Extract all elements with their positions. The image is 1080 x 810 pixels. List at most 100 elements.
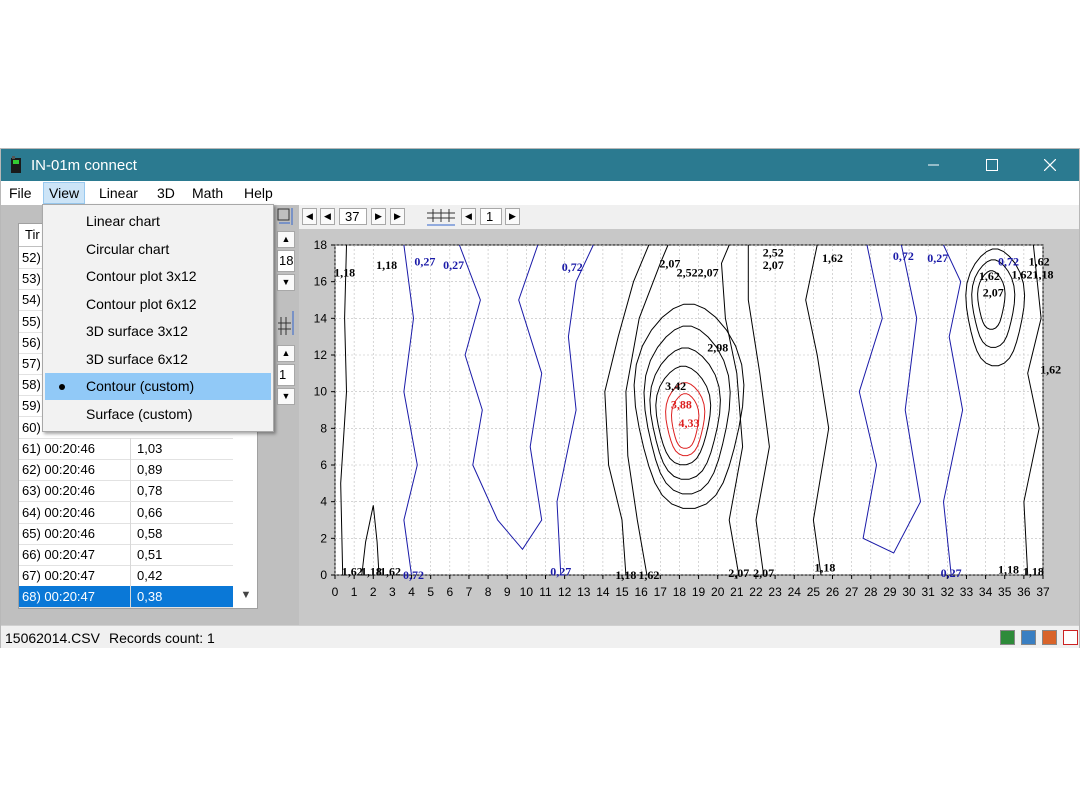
excel-icon[interactable] (1000, 630, 1015, 645)
menu-item-label: Contour (custom) (86, 378, 195, 394)
menu-view[interactable]: View (43, 182, 86, 204)
contour-label: 1,62 (1040, 363, 1061, 377)
x-tick-label: 19 (692, 585, 706, 599)
x-tick-label: 15 (615, 585, 629, 599)
contour-label: 2,07 (983, 286, 1004, 300)
image-icon[interactable] (1021, 630, 1036, 645)
contour-label: 0,27 (443, 258, 464, 272)
x-tick-label: 37 (1036, 585, 1050, 599)
plot-area: 0 1 2 3 4 5 6 7 8 9 10 11 12 13 14 15 16 17 18 19 20 21 22 23 24… (299, 229, 1079, 625)
x-tick-label: 21 (730, 585, 744, 599)
contour-label: 3,88 (671, 398, 692, 412)
table-row[interactable]: 61) 00:20:46 1,03 (19, 438, 233, 460)
menu-item-contour-plot-3x12[interactable]: Contour plot 3x12 (45, 263, 271, 290)
table-row[interactable]: 67) 00:20:47 0,42 (19, 565, 233, 588)
window-title: IN-01m connect (31, 157, 137, 174)
next-frame-button[interactable]: ▶ (371, 208, 386, 225)
app-icon (11, 156, 21, 173)
contour-label: 0,27 (414, 255, 435, 269)
y-tick-label: 10 (314, 385, 328, 399)
y-tick-label: 4 (320, 495, 327, 509)
list-item-index: 57) (22, 356, 41, 371)
lower-up-button[interactable]: ▲ (277, 345, 295, 362)
contour-label: 1,62 (979, 269, 1000, 283)
export-icon[interactable] (1042, 630, 1057, 645)
minimize-button[interactable] (905, 149, 963, 181)
contour-label: 1,18 (361, 564, 382, 578)
prev-frame-button[interactable]: ◀ (320, 208, 335, 225)
list-item-index: 55) (22, 313, 41, 329)
menu-item-3d-surface-3x12[interactable]: 3D surface 3x12 (45, 318, 271, 345)
contour-label: 1,62 (342, 564, 363, 578)
x-tick-label: 22 (749, 585, 763, 599)
menu-3d[interactable]: 3D (155, 185, 177, 201)
step-prev-button[interactable]: ◀ (461, 208, 476, 225)
last-frame-button[interactable]: ▶ (390, 208, 405, 225)
menu-item-surface-custom[interactable]: Surface (custom) (45, 401, 271, 428)
upper-value-field[interactable]: 18 (277, 250, 295, 272)
menu-item-contour-plot-6x12[interactable]: Contour plot 6x12 (45, 291, 271, 318)
menu-item-linear-chart[interactable]: Linear chart (45, 208, 271, 235)
toolbar: ◀ ◀ 37 ▶ ▶ ◀ 1 ▶ (299, 205, 1079, 229)
grid-icon[interactable] (277, 309, 297, 337)
row-time: 64) 00:20:46 (22, 504, 96, 520)
menu-item-circular-chart[interactable]: Circular chart (45, 236, 271, 263)
x-tick-label: 7 (466, 585, 473, 599)
pdf-icon[interactable] (1063, 630, 1078, 645)
row-time: 62) 00:20:46 (22, 462, 96, 478)
x-tick-label: 1 (351, 585, 358, 599)
step-next-button[interactable]: ▶ (505, 208, 520, 225)
y-tick-label: 14 (314, 311, 328, 325)
menu-item-3d-surface-6x12[interactable]: 3D surface 6x12 (45, 346, 271, 373)
menu-help[interactable]: Help (242, 185, 275, 201)
upper-up-button[interactable]: ▲ (277, 231, 295, 248)
grid-step-icon[interactable] (425, 207, 457, 227)
x-tick-label: 30 (902, 585, 916, 599)
contour-label: 1,18 (814, 561, 835, 575)
row-value: 1,03 (137, 441, 163, 456)
close-button[interactable] (1021, 149, 1079, 181)
upper-down-button[interactable]: ▼ (277, 274, 295, 291)
table-row[interactable]: 64) 00:20:46 0,66 (19, 501, 233, 524)
y-tick-label: 18 (314, 238, 328, 252)
x-tick-label: 24 (788, 585, 802, 599)
step-field[interactable]: 1 (480, 208, 502, 225)
table-row[interactable]: 68) 00:20:47 0,38 (19, 586, 233, 608)
contour-label: 2,07 (753, 566, 774, 580)
contour-label: 0,27 (927, 251, 948, 265)
maximize-button[interactable] (963, 149, 1021, 181)
x-tick-label: 28 (864, 585, 878, 599)
status-bar: 15062014.CSV Records count: 1 (1, 625, 1079, 648)
x-tick-label: 32 (941, 585, 955, 599)
row-value: 0,89 (137, 462, 163, 478)
table-row[interactable]: 65) 00:20:46 0,58 (19, 522, 233, 545)
close-icon (1044, 159, 1056, 171)
range-icon[interactable] (277, 207, 297, 227)
menu-file[interactable]: File (7, 185, 34, 201)
frame-field[interactable]: 37 (339, 208, 367, 225)
x-tick-label: 25 (807, 585, 821, 599)
contour-label: 0,27 (550, 564, 571, 578)
first-frame-button[interactable]: ◀ (302, 208, 317, 225)
table-row[interactable]: 66) 00:20:47 0,51 (19, 544, 233, 566)
table-row[interactable]: 62) 00:20:46 0,89 (19, 459, 233, 482)
lower-down-button[interactable]: ▼ (277, 388, 295, 405)
x-tick-label: 10 (520, 585, 534, 599)
chevron-down-icon[interactable]: ▼ (237, 586, 255, 604)
column-divider (130, 586, 131, 608)
column-divider (130, 501, 131, 523)
contour-plot[interactable]: 0 1 2 3 4 5 6 7 8 9 10 11 12 13 14 15 16 17 18 19 20 21 22 23 24… (299, 229, 1079, 625)
x-tick-label: 29 (883, 585, 897, 599)
x-tick-label: 18 (673, 585, 687, 599)
menu-linear[interactable]: Linear (97, 185, 140, 201)
menu-item-contour-custom[interactable]: Contour (custom) (45, 373, 271, 400)
row-time: 67) 00:20:47 (22, 568, 96, 584)
y-tick-label: 6 (320, 458, 327, 472)
y-tick-label: 2 (320, 531, 327, 545)
view-menu-dropdown: Linear chart Circular chart Contour plot 3… (42, 204, 274, 432)
table-row[interactable]: 63) 00:20:46 0,78 (19, 480, 233, 503)
lower-value-field[interactable]: 1 (277, 364, 295, 386)
title-bar[interactable]: IN-01m connect (1, 149, 1079, 181)
menu-math[interactable]: Math (190, 185, 225, 201)
column-divider (130, 480, 131, 502)
